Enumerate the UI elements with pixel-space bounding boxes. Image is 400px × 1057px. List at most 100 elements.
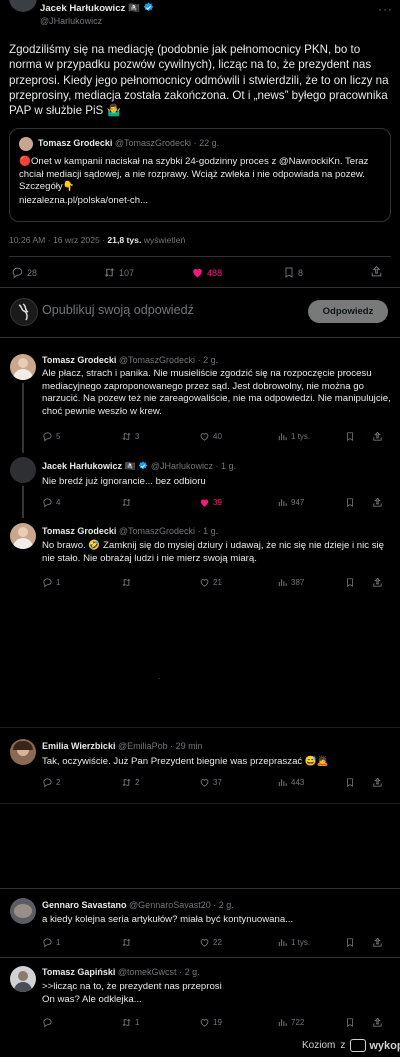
avatar[interactable] (10, 898, 36, 924)
avatar[interactable] (10, 966, 36, 992)
repost-icon (103, 266, 116, 279)
like-count: 22 (213, 938, 222, 947)
wykop-logo-icon (350, 1039, 367, 1052)
verified-badge-icon (143, 2, 154, 16)
reply-header: Jacek Harłukowicz 🏴‍☠️ @JHarlukowicz · 1… (42, 461, 236, 473)
reply-author-handle[interactable]: @TomaszGrodecki (119, 355, 195, 365)
views-label: wyświetleń (141, 235, 186, 245)
avatar[interactable] (10, 354, 36, 380)
reply-time[interactable]: 2 g. (203, 355, 218, 365)
reply-author-handle[interactable]: @GennaroSavast20 (129, 900, 211, 910)
separator-dot: · (170, 741, 174, 751)
bookmark-button[interactable]: 8 (283, 266, 303, 279)
reply-author-handle[interactable]: @JHarlukowicz (151, 461, 213, 471)
avatar[interactable] (10, 457, 36, 483)
repost-count: 107 (119, 267, 135, 278)
reply-submit-button[interactable]: Odpowiedz (308, 300, 388, 323)
views-button[interactable]: 947 (277, 497, 304, 508)
share-button[interactable] (372, 1017, 383, 1028)
repost-button[interactable] (121, 497, 135, 508)
author-name[interactable]: Jacek Harłukowicz (40, 3, 125, 14)
share-button[interactable] (372, 497, 383, 508)
quoted-tweet[interactable]: Tomasz Grodecki @TomaszGrodecki · 22 g. … (9, 128, 391, 222)
reply-time[interactable]: 1 g. (221, 461, 236, 471)
reply-button[interactable]: 5 (42, 431, 60, 442)
repost-button[interactable] (121, 937, 135, 948)
like-button[interactable]: 21 (199, 577, 222, 588)
reply-input[interactable]: Opublikuj swoją odpowiedź (42, 303, 194, 317)
views-count: 21,8 tys. (107, 235, 142, 245)
reply-time[interactable]: 29 min (176, 741, 203, 751)
bookmark-button[interactable] (345, 431, 355, 442)
repost-button[interactable]: 107 (103, 266, 134, 279)
share-button[interactable] (370, 265, 383, 278)
quote-time: 22 g. (199, 138, 220, 148)
watermark-z: z (340, 1040, 346, 1051)
bookmark-icon (345, 431, 355, 442)
repost-button[interactable]: 2 (121, 777, 139, 788)
repost-count: 2 (135, 778, 140, 787)
avatar[interactable] (9, 0, 37, 12)
like-button[interactable]: 37 (199, 777, 222, 788)
separator-dot: · (197, 526, 201, 536)
author-handle[interactable]: @JHarlukowicz (40, 16, 102, 26)
views-button[interactable]: 443 (277, 777, 304, 788)
reply-author-name[interactable]: Tomasz Grodecki (42, 355, 116, 365)
bookmark-button[interactable] (345, 1017, 355, 1028)
like-button[interactable]: 19 (199, 1017, 222, 1028)
heart-icon (199, 431, 210, 442)
like-button[interactable]: 22 (199, 937, 222, 948)
avatar[interactable] (10, 739, 36, 765)
repost-button[interactable]: 3 (121, 431, 139, 442)
avatar[interactable] (10, 523, 36, 549)
main-author[interactable]: Jacek Harłukowicz 🏴‍☠️ (40, 2, 154, 16)
reply-button[interactable]: 4 (42, 497, 60, 508)
reply-count: 1 (56, 938, 61, 947)
like-button[interactable]: 39 (199, 497, 222, 508)
bookmark-button[interactable] (345, 497, 355, 508)
reply-time[interactable]: 1 g. (203, 526, 218, 536)
reply-button[interactable]: 1 (42, 577, 60, 588)
reply-button[interactable]: 1 (42, 937, 60, 948)
reply-time[interactable]: 2 g. (219, 900, 234, 910)
bookmark-button[interactable] (345, 937, 355, 948)
bookmark-button[interactable] (345, 577, 355, 588)
more-options-icon[interactable]: ··· (378, 2, 393, 16)
views-button[interactable]: 1 tys. (277, 431, 310, 442)
timestamp[interactable]: 10:26 AM · 16 wrz 2025 · (9, 235, 107, 245)
views-button[interactable]: 1 tys. (277, 937, 310, 948)
reply-author-name[interactable]: Emilia Wierzbicki (42, 741, 115, 751)
watermark-user: Koziom (302, 1040, 336, 1051)
reply-button[interactable] (42, 1017, 56, 1028)
views-count: 443 (291, 778, 305, 787)
reply-button[interactable]: 28 (11, 266, 37, 279)
share-button[interactable] (372, 431, 383, 442)
reply-author-name[interactable]: Tomasz Gapiński (42, 967, 115, 977)
reply-author-handle[interactable]: @tomekGwcst (118, 967, 177, 977)
share-button[interactable] (372, 577, 383, 588)
divider (9, 256, 391, 257)
reply-author-handle[interactable]: @TomaszGrodecki (119, 526, 195, 536)
repost-button[interactable] (121, 577, 135, 588)
quote-link[interactable]: niezalezna.pl/polska/onet-ch... (19, 195, 148, 208)
repost-button[interactable]: 1 (121, 1017, 139, 1028)
heart-icon (199, 777, 210, 788)
views-button[interactable]: 722 (277, 1017, 304, 1028)
reply-author-handle[interactable]: @EmiliaPob (118, 741, 168, 751)
bookmark-button[interactable] (345, 777, 355, 788)
avatar[interactable] (10, 298, 38, 326)
like-button[interactable]: 488 (191, 266, 222, 279)
share-button[interactable] (372, 777, 383, 788)
reply-author-name[interactable]: Jacek Harłukowicz (42, 461, 122, 471)
reply-header: Tomasz Grodecki @TomaszGrodecki · 2 g. (42, 355, 218, 365)
like-button[interactable]: 40 (199, 431, 222, 442)
reply-button[interactable]: 2 (42, 777, 60, 788)
repost-icon (121, 577, 132, 588)
reply-author-name[interactable]: Gennaro Savastano (42, 900, 127, 910)
reply-count: 1 (56, 578, 61, 587)
share-button[interactable] (372, 937, 383, 948)
like-count: 21 (213, 578, 222, 587)
reply-time[interactable]: 2 g. (185, 967, 200, 977)
views-button[interactable]: 387 (277, 577, 304, 588)
reply-author-name[interactable]: Tomasz Grodecki (42, 526, 116, 536)
